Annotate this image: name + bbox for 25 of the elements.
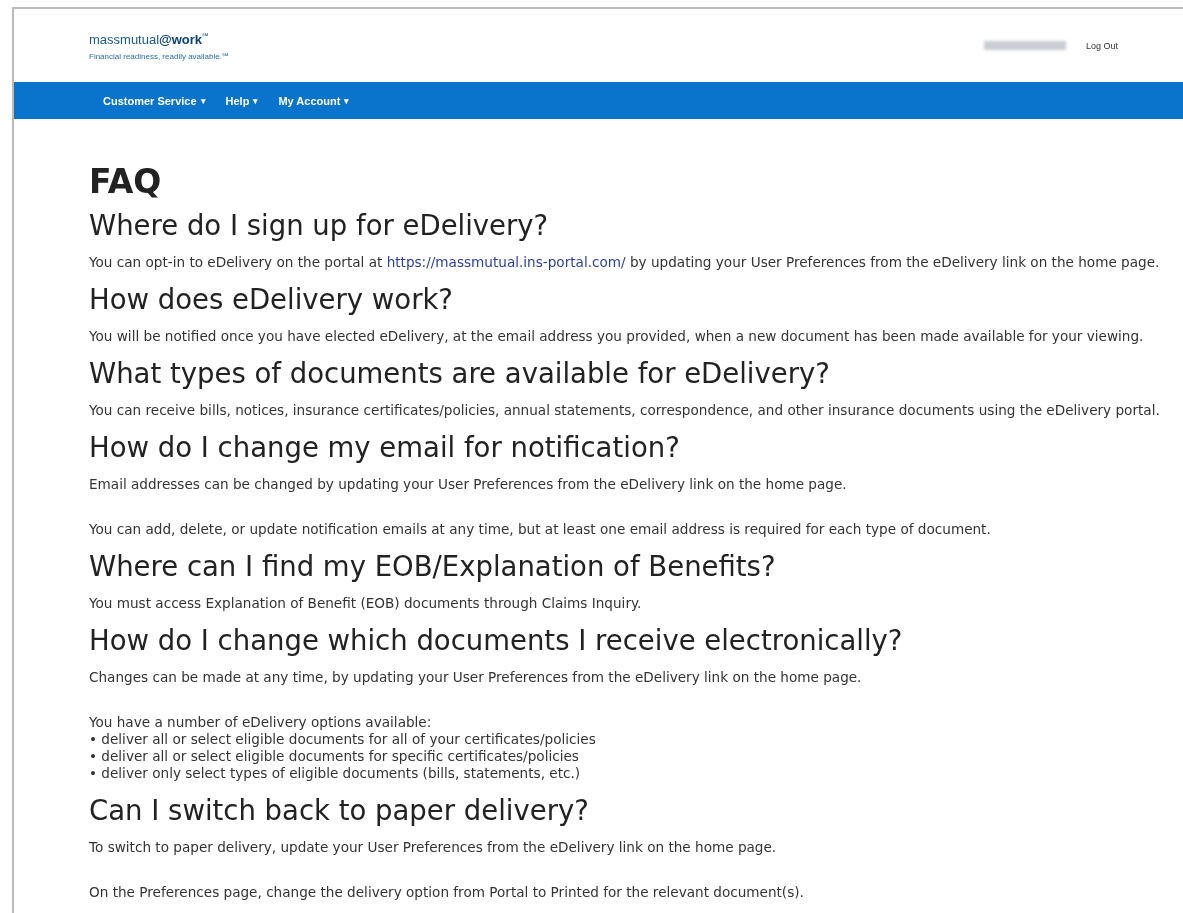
faq-question: What types of documents are available for eDelivery?: [89, 357, 830, 390]
faq-question: Where do I sign up for eDelivery?: [89, 209, 549, 242]
answer-text: You can receive bills, notices, insurance certificates/policies, annual statements, correspondence, and other insurance documents using the eDelivery portal.: [89, 402, 1160, 419]
answer-text: Email addresses can be changed by updating your User Preferences from the eDelivery link on the home page.: [89, 476, 847, 493]
nav-menu[interactable]: Help ▾: [218, 90, 266, 111]
portal-link[interactable]: https://massmutual.ins-portal.com/: [386, 254, 626, 270]
answer-text: You can add, delete, or update notification emails at any time, but at least one email address is required for each type of document.: [89, 521, 991, 538]
answer-text: You will be notified once you have elected eDelivery, at the email address you provided, when a new document has been made available for your viewing.: [89, 328, 1144, 345]
faq-question: How do I change which documents I receive electronically?: [89, 624, 903, 657]
answer-text: On the Preferences page, change the delivery option from Portal to Printed for the relevant document(s).: [89, 884, 804, 901]
page-title: FAQ: [89, 163, 162, 201]
answer-list: You have a number of eDelivery options available: • deliver all or select eligible documents for all of your certificates/policies • deliver all or select eligible documents for specific certificates/policies • deliver only select types of eligible documents (bills, statements, etc.): [89, 714, 596, 782]
faq-question: How do I change my email for notification?: [89, 431, 680, 464]
answer-text: You must access Explanation of Benefit (EOB) documents through Claims Inquiry.: [89, 595, 642, 612]
logo-wordmark[interactable]: massmutual@work$^{℠}$: [89, 29, 228, 48]
answer-text: You can opt-in to eDelivery on the portal at https://massmutual.ins-portal.com/ by updating your User Preferences from the eDelivery link on the home page.: [89, 254, 1160, 271]
faq-question: How does eDelivery work?: [89, 283, 453, 316]
faq-question: Where can I find my EOB/Explanation of Benefits?: [89, 550, 776, 583]
answer-text: Changes can be made at any time, by updating your User Preferences from the eDelivery link on the home page.: [89, 669, 862, 686]
logo-tagline: Financial readiness, readily available.℠: [89, 51, 228, 62]
faq-question: Can I switch back to paper delivery?: [89, 794, 589, 827]
answer-text: To switch to paper delivery, update your User Preferences from the eDelivery link on the home page.: [89, 839, 777, 856]
logout-link[interactable]: Log Out: [1085, 40, 1118, 51]
nav-menu[interactable]: My Account ▾: [271, 90, 357, 111]
nav-menu[interactable]: Customer Service ▾: [96, 90, 213, 111]
